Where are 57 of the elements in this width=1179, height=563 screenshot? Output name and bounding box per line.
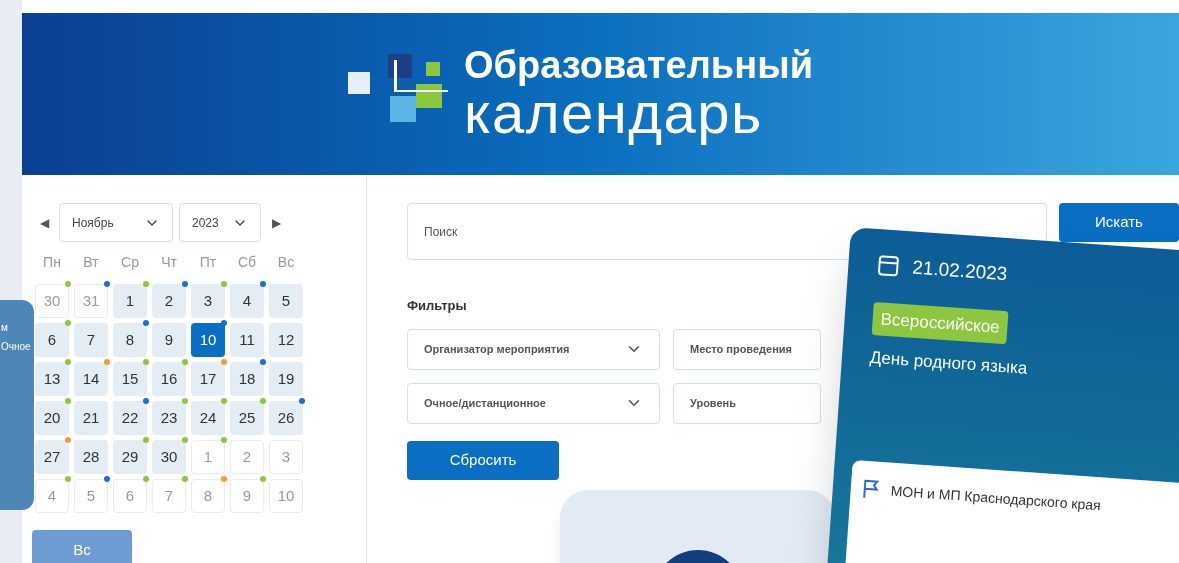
site-title: Образовательный: [464, 46, 813, 84]
weekday-label: Сб: [236, 253, 258, 272]
calendar-day[interactable]: 5: [269, 284, 303, 318]
calendar-day[interactable]: 14: [74, 362, 108, 396]
calendar-day[interactable]: 12: [269, 323, 303, 357]
calendar-day[interactable]: 25: [230, 401, 264, 435]
reset-button[interactable]: Сбросить: [407, 440, 559, 480]
filter-select[interactable]: Организатор мероприятия: [407, 328, 660, 370]
calendar-day[interactable]: 9: [152, 323, 186, 357]
weekday-label: Пн: [42, 253, 62, 272]
search-button[interactable]: Искать: [1059, 203, 1179, 242]
search-field[interactable]: Поиск: [407, 203, 1047, 260]
calendar-day[interactable]: 1: [113, 284, 147, 318]
weekday-label: Пт: [198, 253, 218, 272]
calendar-day[interactable]: 16: [152, 362, 186, 396]
organizer-text: МОН и МП Краснодарского края: [890, 481, 1102, 515]
mode-tab[interactable]: Очное: [1, 339, 31, 354]
calendar-day[interactable]: 10: [191, 323, 225, 357]
calendar-day[interactable]: 3: [191, 284, 225, 318]
calendar-day[interactable]: 28: [74, 440, 108, 474]
filters-heading: Фильтры: [407, 297, 468, 315]
month-select[interactable]: Ноябрь: [59, 203, 173, 242]
filter-select[interactable]: Место проведения: [673, 328, 821, 370]
calendar-day[interactable]: 30: [152, 440, 186, 474]
flag-icon: [862, 478, 880, 500]
calendar-day[interactable]: 13: [35, 362, 69, 396]
calendar-day[interactable]: 6: [35, 323, 69, 357]
next-month-button[interactable]: ▶: [267, 213, 285, 232]
calendar-day[interactable]: 23: [152, 401, 186, 435]
calendar-day[interactable]: 8: [113, 323, 147, 357]
mode-tab[interactable]: м: [1, 320, 8, 335]
calendar-day[interactable]: 15: [113, 362, 147, 396]
weekday-label: Вс: [276, 253, 296, 272]
calendar-day[interactable]: 7: [74, 323, 108, 357]
event-title: День родного языка: [869, 346, 1029, 380]
weekday-label: Чт: [160, 253, 178, 272]
weekday-label: Вт: [82, 253, 100, 272]
calendar-day[interactable]: 17: [191, 362, 225, 396]
weekday-label: Ср: [120, 253, 140, 272]
year-select[interactable]: 2023: [179, 203, 261, 242]
calendar-icon: [875, 253, 902, 279]
calendar-day[interactable]: 24: [191, 401, 225, 435]
calendar-day[interactable]: 26: [269, 401, 303, 435]
calendar-day[interactable]: 27: [35, 440, 69, 474]
calendar-day[interactable]: 2: [152, 284, 186, 318]
calendar-day[interactable]: 11: [230, 323, 264, 357]
calendar-day[interactable]: 19: [269, 362, 303, 396]
calendar-day[interactable]: 4: [230, 284, 264, 318]
filter-select[interactable]: Очное/дистанционное: [407, 382, 660, 424]
prev-month-button[interactable]: ◀: [35, 213, 53, 232]
filter-select[interactable]: Уровень: [673, 382, 821, 424]
calendar-day[interactable]: 20: [35, 401, 69, 435]
calendar-day[interactable]: 21: [74, 401, 108, 435]
calendar-day[interactable]: 18: [230, 362, 264, 396]
calendar-day[interactable]: 22: [113, 401, 147, 435]
level-badge: Всероссийское: [871, 301, 1009, 345]
calendar-day[interactable]: 29: [113, 440, 147, 474]
